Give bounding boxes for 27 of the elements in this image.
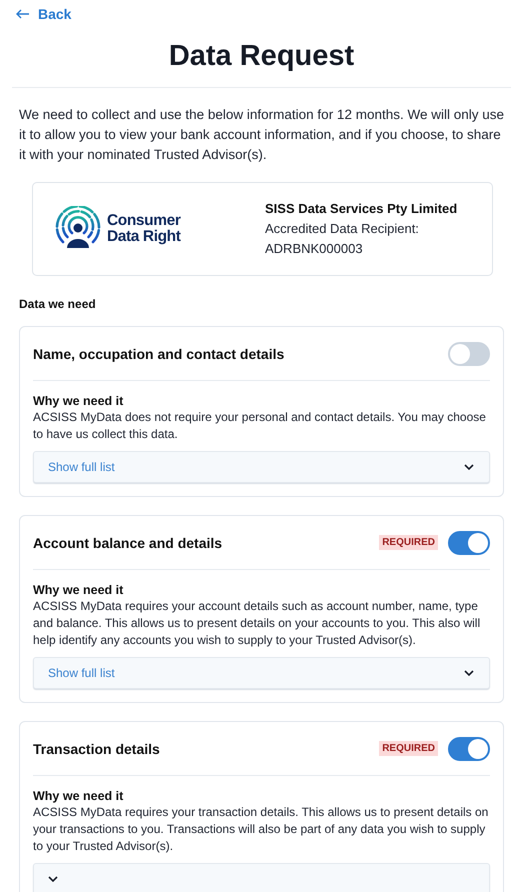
why-text: ACSISS MyData does not require your personal and contact details. You may choose to have us collect this data.	[33, 409, 487, 443]
chevron-icon	[464, 670, 474, 676]
required-badge: REQUIRED	[379, 535, 438, 550]
back-link[interactable]: Back	[16, 6, 72, 22]
page-title: Data Request	[12, 40, 511, 88]
recipient-name: SISS Data Services Pty Limited	[265, 200, 458, 218]
required-badge: REQUIRED	[379, 741, 438, 756]
chevron-icon	[48, 876, 58, 882]
section-label: Data we need	[19, 297, 97, 311]
permission-title: Name, occupation and contact details	[33, 346, 286, 362]
back-arrow-icon	[16, 9, 30, 19]
why-heading: Why we need it	[33, 583, 124, 597]
show-full-list-button[interactable]: Show full list	[33, 451, 490, 483]
recipient-id: ADRBNK000003	[265, 240, 364, 258]
intro-text: We need to collect and use the below information for 12 months. We will only use it to allow you to view your bank account information, and if you choose, to share it with your nominated Trusted Advisor(s).	[19, 106, 506, 164]
toggle-switch[interactable]	[448, 530, 490, 554]
chevron-icon	[464, 464, 474, 470]
toggle-switch[interactable]	[448, 736, 490, 760]
why-heading: Why we need it	[33, 394, 124, 408]
why-text: ACSISS MyData requires your account details such as account number, name, type and balance. This allows us to present details on your accounts to you. This also will help identify any accounts you wish to supply to your Trusted Advisor(s).	[33, 598, 482, 649]
logo-text: Consumer Data Right	[107, 213, 181, 245]
permission-title: Account balance and details	[33, 534, 224, 550]
show-full-list-button[interactable]: Show full list	[33, 657, 490, 689]
why-text: ACSISS MyData requires your transaction details. This allows us to present details on your transactions to you. Transactions will also be part of any data you wish to supply to your Trusted Advisor(s).	[33, 804, 490, 855]
why-heading: Why we need it	[33, 789, 124, 803]
recipient-role: Accredited Data Recipient:	[265, 220, 420, 238]
permission-title: Transaction details	[33, 740, 161, 756]
